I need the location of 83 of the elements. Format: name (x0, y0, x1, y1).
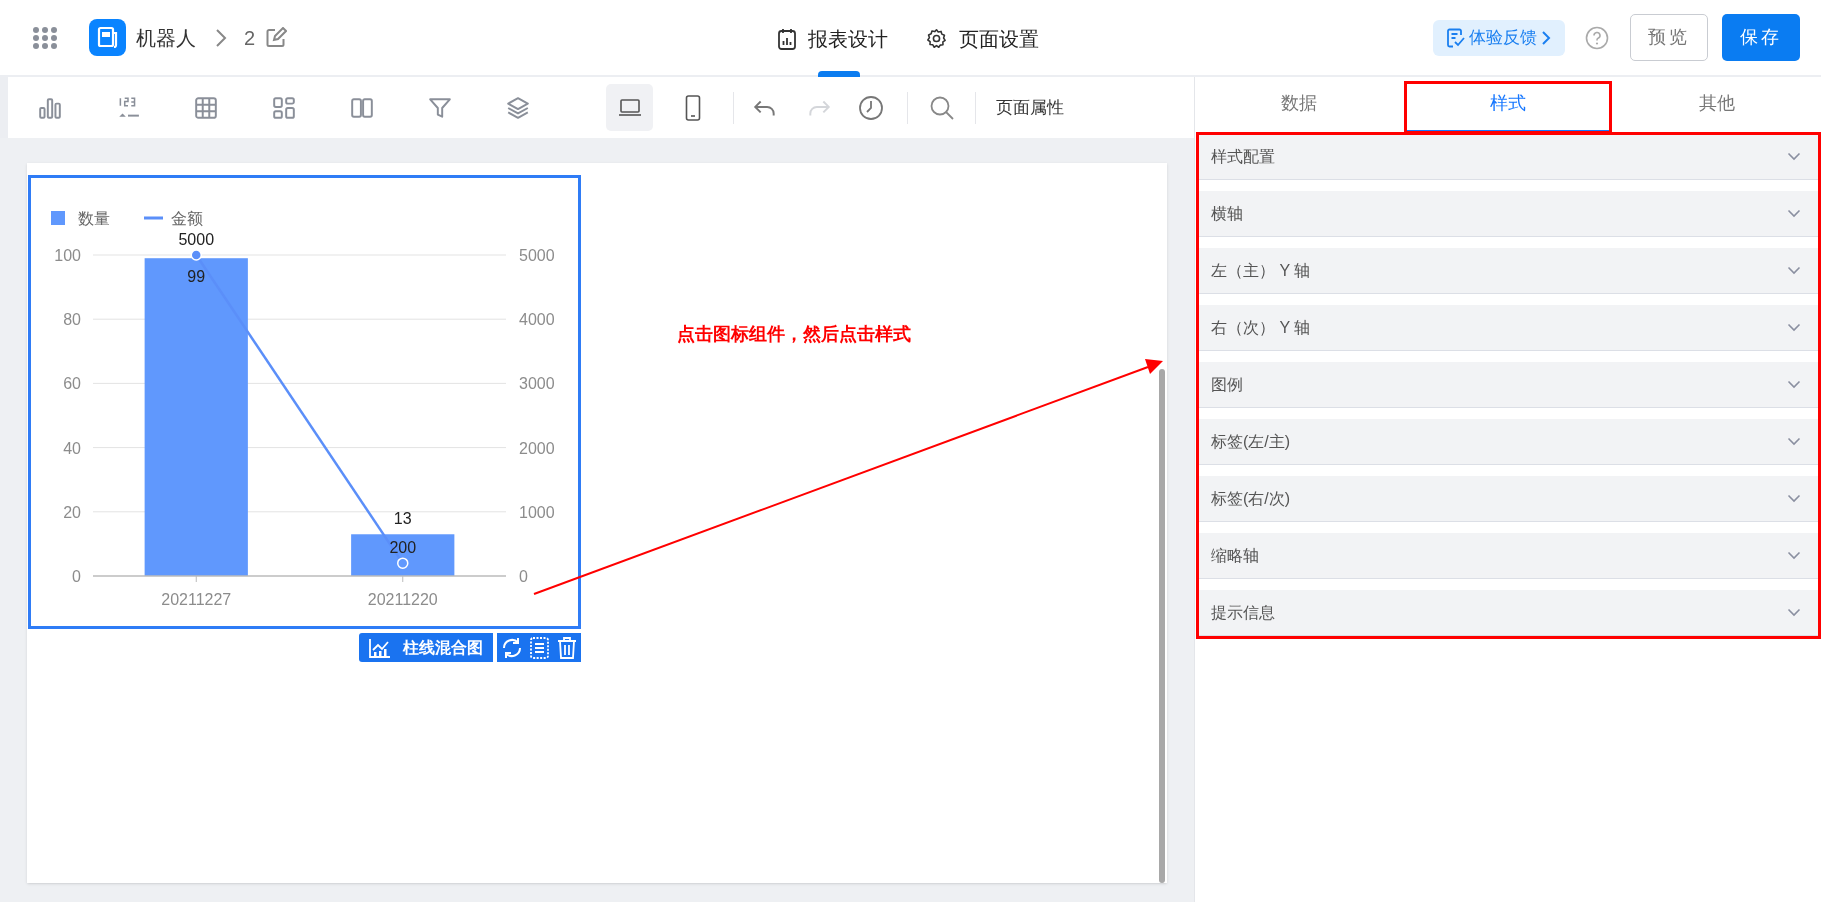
feedback-icon (1447, 27, 1465, 48)
chevron-right-icon (1541, 29, 1551, 46)
chart-type-tag[interactable]: 柱线混合图 (359, 633, 493, 662)
legend-label[interactable]: 数量 (78, 210, 110, 227)
bar[interactable] (351, 534, 455, 576)
section-label: 样式配置 (1211, 146, 1275, 167)
data-label: 5000 (178, 231, 215, 248)
desktop-view-button[interactable] (606, 84, 653, 131)
help-icon[interactable] (1585, 25, 1609, 50)
section-label: 右（次） Y 轴 (1211, 317, 1311, 338)
section-label: 图例 (1211, 374, 1243, 395)
filter-icon[interactable] (428, 95, 452, 120)
phone-icon (684, 94, 701, 121)
axis-label: 80 (63, 311, 81, 329)
axis-label: 2000 (519, 439, 555, 457)
feedback-button[interactable]: 体验反馈 (1433, 19, 1565, 56)
accordion-header[interactable]: 右（次） Y 轴 (1198, 305, 1818, 351)
accordion-header[interactable]: 标签(右/次) (1198, 476, 1818, 522)
app-grid-icon[interactable] (32, 25, 58, 50)
search-icon[interactable] (929, 94, 955, 121)
section-label: 横轴 (1211, 203, 1243, 224)
data-label: 200 (389, 539, 417, 557)
settings-icon (926, 28, 947, 49)
annotation-text: 点击图标组件，然后点击样式 (677, 322, 911, 346)
section-label: 左（主） Y 轴 (1211, 260, 1311, 281)
chart-icon (369, 637, 391, 658)
axis-label: 20211227 (161, 591, 232, 608)
legend-label[interactable]: 金额 (171, 210, 203, 227)
refresh-icon[interactable] (500, 635, 524, 660)
accordion-header[interactable]: 左（主） Y 轴 (1198, 248, 1818, 294)
section-label: 提示信息 (1211, 602, 1275, 623)
axis-label: 3000 (519, 375, 555, 393)
axis-label: 5000 (519, 247, 555, 264)
columns-icon[interactable] (350, 95, 374, 120)
table-icon[interactable] (194, 95, 218, 120)
report-icon (778, 27, 796, 50)
legend-swatch[interactable] (144, 216, 163, 220)
save-button[interactable]: 保存 (1722, 14, 1800, 61)
data-label: 13 (393, 510, 412, 528)
header-tab[interactable]: 页面设置 (926, 0, 1039, 77)
edit-icon[interactable] (265, 26, 288, 49)
accordion-header[interactable]: 样式配置 (1198, 134, 1818, 180)
scrollbar[interactable] (1159, 369, 1165, 883)
layers-icon[interactable] (506, 95, 530, 120)
axis-label: 20211220 (367, 591, 438, 608)
legend-swatch[interactable] (51, 211, 65, 225)
panel-tab[interactable]: 数据 (1195, 77, 1404, 132)
feedback-label: 体验反馈 (1469, 26, 1537, 49)
accordion-header[interactable]: 图例 (1198, 362, 1818, 408)
header-tab[interactable]: 报表设计 (778, 0, 888, 77)
accordion-header[interactable]: 横轴 (1198, 191, 1818, 237)
accordion-header[interactable]: 标签(左/主) (1198, 419, 1818, 465)
chevron-right-icon (214, 26, 228, 49)
axis-label: 100 (54, 247, 81, 264)
copy-icon[interactable] (528, 635, 552, 660)
data-label: 99 (187, 268, 206, 286)
app-name: 机器人 (136, 25, 196, 51)
chart-component[interactable]: 0 20 40 60 80 100 数量 20211227 20211220 99 13 0 1000 2000 3000 4000 5000 金额 5000 200 (28, 175, 581, 629)
laptop-icon (617, 97, 642, 118)
axis-label: 60 (63, 375, 81, 393)
axis-label: 0 (519, 568, 528, 585)
axis-label: 40 (63, 439, 81, 457)
bar-chart-icon[interactable] (38, 95, 62, 120)
chart-type-label: 柱线混合图 (403, 637, 483, 658)
axis-label: 20 (63, 503, 81, 521)
panel-tab[interactable]: 样式 (1403, 77, 1613, 132)
accordion-header[interactable]: 缩略轴 (1198, 533, 1818, 579)
number-icon[interactable] (116, 95, 140, 120)
panel-tab[interactable]: 其他 (1612, 77, 1821, 132)
page-name: 2 (244, 25, 256, 51)
axis-label: 0 (72, 568, 81, 585)
axis-label: 4000 (519, 311, 555, 329)
app-logo-icon (89, 19, 126, 56)
axis-label: 1000 (519, 503, 555, 521)
section-label: 缩略轴 (1211, 545, 1259, 566)
delete-icon[interactable] (556, 635, 578, 660)
page-properties-link[interactable]: 页面属性 (996, 94, 1064, 121)
section-label: 标签(右/次) (1211, 488, 1291, 509)
widgets-icon[interactable] (272, 95, 296, 120)
preview-button[interactable]: 预览 (1630, 14, 1708, 61)
section-label: 标签(左/主) (1211, 431, 1291, 452)
history-icon[interactable] (858, 94, 884, 121)
accordion-header[interactable]: 提示信息 (1198, 590, 1818, 636)
